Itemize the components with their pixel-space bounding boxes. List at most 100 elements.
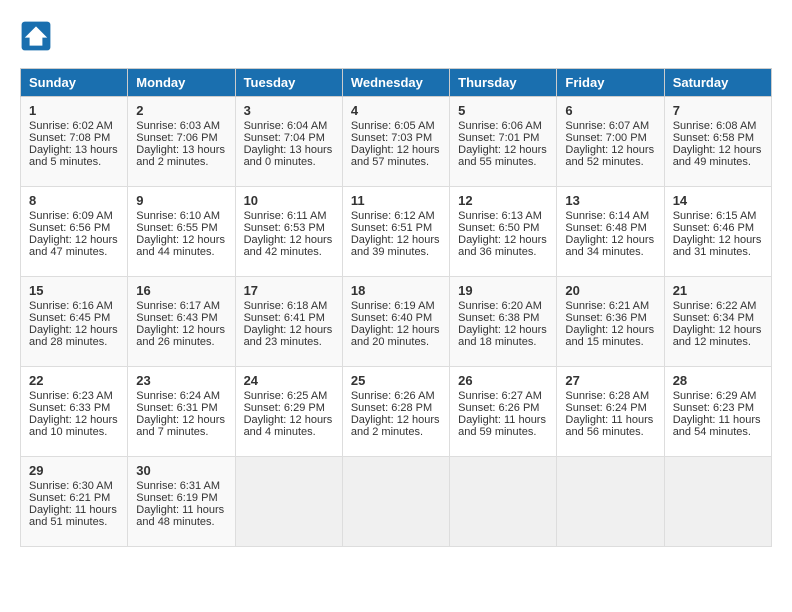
- calendar-cell: 7Sunrise: 6:08 AMSunset: 6:58 PMDaylight…: [664, 97, 771, 187]
- day-info: Sunset: 6:55 PM: [136, 222, 226, 234]
- day-info: Daylight: 13 hours and 5 minutes.: [29, 144, 119, 168]
- calendar-cell: [342, 457, 449, 547]
- day-number: 28: [673, 373, 763, 388]
- day-info: Daylight: 12 hours and 4 minutes.: [244, 414, 334, 438]
- day-info: Daylight: 13 hours and 0 minutes.: [244, 144, 334, 168]
- day-info: Daylight: 12 hours and 15 minutes.: [565, 324, 655, 348]
- day-number: 25: [351, 373, 441, 388]
- day-info: Sunset: 6:40 PM: [351, 312, 441, 324]
- calendar-cell: 17 Sunrise: 6:18 AMSunset: 6:41 PMDayligh…: [235, 277, 342, 367]
- day-info: Sunset: 6:23 PM: [673, 402, 763, 414]
- day-info: Sunset: 6:41 PM: [244, 312, 334, 324]
- day-info: Sunrise: 6:22 AM: [673, 300, 763, 312]
- day-info: Daylight: 12 hours and 12 minutes.: [673, 324, 763, 348]
- calendar-week-3: 15Sunrise: 6:16 AMSunset: 6:45 PMDayligh…: [21, 277, 772, 367]
- day-info: Sunrise: 6:11 AM: [244, 210, 334, 222]
- day-info: Sunrise: 6:08 AM: [673, 120, 763, 132]
- day-info: Sunrise: 6:04 AM: [244, 120, 334, 132]
- day-info: Sunset: 6:48 PM: [565, 222, 655, 234]
- calendar-week-5: 29Sunrise: 6:30 AMSunset: 6:21 PMDayligh…: [21, 457, 772, 547]
- day-info: Daylight: 12 hours and 18 minutes.: [458, 324, 548, 348]
- day-number: 16: [136, 283, 226, 298]
- day-info: Daylight: 12 hours and 39 minutes.: [351, 234, 441, 258]
- day-header-saturday: Saturday: [664, 69, 771, 97]
- calendar-cell: 24Sunrise: 6:25 AMSunset: 6:29 PMDayligh…: [235, 367, 342, 457]
- day-info: Sunset: 6:56 PM: [29, 222, 119, 234]
- day-info: Daylight: 12 hours and 23 minutes.: [244, 324, 334, 348]
- day-number: 4: [351, 103, 441, 118]
- day-info: Sunset: 6:50 PM: [458, 222, 548, 234]
- day-info: Sunset: 6:36 PM: [565, 312, 655, 324]
- day-number: 22: [29, 373, 119, 388]
- day-header-wednesday: Wednesday: [342, 69, 449, 97]
- day-info: Daylight: 12 hours and 42 minutes.: [244, 234, 334, 258]
- day-number: 20: [565, 283, 655, 298]
- day-info: Daylight: 12 hours and 2 minutes.: [351, 414, 441, 438]
- calendar-cell: 25Sunrise: 6:26 AMSunset: 6:28 PMDayligh…: [342, 367, 449, 457]
- day-info: Daylight: 12 hours and 57 minutes.: [351, 144, 441, 168]
- day-info: Daylight: 11 hours and 48 minutes.: [136, 504, 226, 528]
- day-info: Sunrise: 6:03 AM: [136, 120, 226, 132]
- day-info: Sunrise: 6:28 AM: [565, 390, 655, 402]
- day-info: Daylight: 12 hours and 44 minutes.: [136, 234, 226, 258]
- day-number: 17: [244, 283, 334, 298]
- day-info: Sunset: 6:26 PM: [458, 402, 548, 414]
- day-number: 6: [565, 103, 655, 118]
- day-info: Sunrise: 6:07 AM: [565, 120, 655, 132]
- day-header-sunday: Sunday: [21, 69, 128, 97]
- day-number: 8: [29, 193, 119, 208]
- day-number: 9: [136, 193, 226, 208]
- calendar-table: SundayMondayTuesdayWednesdayThursdayFrid…: [20, 68, 772, 547]
- day-header-monday: Monday: [128, 69, 235, 97]
- day-info: Daylight: 12 hours and 10 minutes.: [29, 414, 119, 438]
- calendar-cell: 3Sunrise: 6:04 AMSunset: 7:04 PMDaylight…: [235, 97, 342, 187]
- day-info: Sunrise: 6:25 AM: [244, 390, 334, 402]
- day-number: 26: [458, 373, 548, 388]
- day-info: Daylight: 13 hours and 2 minutes.: [136, 144, 226, 168]
- day-info: Sunset: 6:19 PM: [136, 492, 226, 504]
- calendar-cell: [450, 457, 557, 547]
- calendar-cell: 10Sunrise: 6:11 AMSunset: 6:53 PMDayligh…: [235, 187, 342, 277]
- day-number: 18: [351, 283, 441, 298]
- day-info: Sunset: 6:24 PM: [565, 402, 655, 414]
- day-info: Daylight: 12 hours and 31 minutes.: [673, 234, 763, 258]
- calendar-cell: [235, 457, 342, 547]
- calendar-cell: 27Sunrise: 6:28 AMSunset: 6:24 PMDayligh…: [557, 367, 664, 457]
- day-info: Sunrise: 6:18 AM: [244, 300, 334, 312]
- calendar-cell: 5Sunrise: 6:06 AMSunset: 7:01 PMDaylight…: [450, 97, 557, 187]
- day-info: Daylight: 11 hours and 54 minutes.: [673, 414, 763, 438]
- day-number: 7: [673, 103, 763, 118]
- calendar-cell: 15Sunrise: 6:16 AMSunset: 6:45 PMDayligh…: [21, 277, 128, 367]
- day-info: Sunset: 6:31 PM: [136, 402, 226, 414]
- day-number: 13: [565, 193, 655, 208]
- day-info: Sunrise: 6:10 AM: [136, 210, 226, 222]
- calendar-cell: [557, 457, 664, 547]
- day-info: Daylight: 12 hours and 34 minutes.: [565, 234, 655, 258]
- day-info: Sunrise: 6:29 AM: [673, 390, 763, 402]
- calendar-cell: 4Sunrise: 6:05 AMSunset: 7:03 PMDaylight…: [342, 97, 449, 187]
- calendar-cell: 12Sunrise: 6:13 AMSunset: 6:50 PMDayligh…: [450, 187, 557, 277]
- day-number: 14: [673, 193, 763, 208]
- day-info: Sunset: 7:06 PM: [136, 132, 226, 144]
- day-number: 3: [244, 103, 334, 118]
- day-header-thursday: Thursday: [450, 69, 557, 97]
- logo: [20, 20, 58, 52]
- day-number: 5: [458, 103, 548, 118]
- day-info: Sunset: 7:01 PM: [458, 132, 548, 144]
- calendar-cell: 28 Sunrise: 6:29 AMSunset: 6:23 PMDayligh…: [664, 367, 771, 457]
- calendar-cell: 2Sunrise: 6:03 AMSunset: 7:06 PMDaylight…: [128, 97, 235, 187]
- day-number: 29: [29, 463, 119, 478]
- day-info: Sunrise: 6:19 AM: [351, 300, 441, 312]
- calendar-cell: 1Sunrise: 6:02 AMSunset: 7:08 PMDaylight…: [21, 97, 128, 187]
- day-info: Sunset: 6:21 PM: [29, 492, 119, 504]
- day-number: 21: [673, 283, 763, 298]
- day-info: Sunrise: 6:12 AM: [351, 210, 441, 222]
- calendar-week-2: 8Sunrise: 6:09 AMSunset: 6:56 PMDaylight…: [21, 187, 772, 277]
- day-info: Daylight: 12 hours and 52 minutes.: [565, 144, 655, 168]
- day-number: 1: [29, 103, 119, 118]
- day-info: Sunset: 6:29 PM: [244, 402, 334, 414]
- day-info: Sunset: 7:03 PM: [351, 132, 441, 144]
- calendar-cell: 23Sunrise: 6:24 AMSunset: 6:31 PMDayligh…: [128, 367, 235, 457]
- day-info: Daylight: 12 hours and 49 minutes.: [673, 144, 763, 168]
- day-info: Sunset: 6:34 PM: [673, 312, 763, 324]
